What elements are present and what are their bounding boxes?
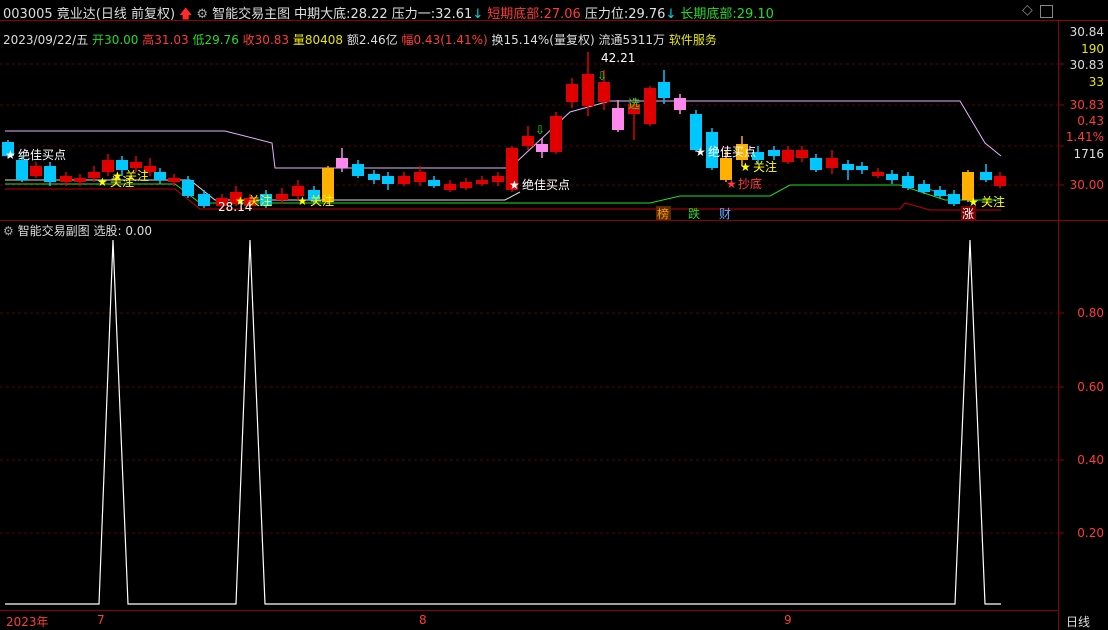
watch-label: 关注 xyxy=(981,194,1005,209)
candle-body xyxy=(674,98,686,110)
sub-chart-title: ⚙ 智能交易副图 选股: 0.00 xyxy=(3,222,152,239)
candle-body xyxy=(768,150,780,156)
candle-body xyxy=(368,174,380,180)
candle-body xyxy=(398,176,410,184)
chart-canvas[interactable]: 绝佳买点 ★ 绝佳买点 ★ 绝佳买点 ★ ★ 关注 ★ 关注 ★ 关注 ★ 关注… xyxy=(0,0,1108,630)
axis-label-sub: 0.80 xyxy=(1077,306,1104,320)
axis-label-main: 1716 xyxy=(1073,147,1104,161)
zhang-label: 涨 xyxy=(962,206,974,221)
select-label: 选股: xyxy=(93,224,122,238)
candle-body xyxy=(782,150,794,162)
star-icon: ★ xyxy=(740,160,751,174)
candle-body xyxy=(414,172,426,182)
candle-body xyxy=(522,136,534,146)
candle-body xyxy=(352,164,364,176)
x-axis-year: 2023年 xyxy=(6,615,49,629)
axis-label-main: 1.41% xyxy=(1065,130,1104,144)
candle-body xyxy=(16,160,28,180)
candle-body xyxy=(154,172,166,180)
select-value: 0.00 xyxy=(125,224,153,238)
gear-icon[interactable]: ⚙ xyxy=(3,224,14,238)
axis-label-main: 30.83 xyxy=(1069,98,1104,112)
star-icon: ★ xyxy=(297,194,308,208)
best-buy-label: 绝佳买点 xyxy=(708,144,756,159)
star-icon: ★ xyxy=(97,175,108,189)
candle-body xyxy=(886,174,898,180)
candle-body xyxy=(934,190,946,196)
down-arrow-icon: ⇩ xyxy=(535,123,545,137)
low-price-label: 28.14 xyxy=(218,200,252,214)
candle-body xyxy=(612,108,624,130)
candle-body xyxy=(980,172,992,180)
x-axis-label: 9 xyxy=(784,613,792,627)
axis-label-main: 30.84 xyxy=(1069,25,1104,39)
select-signal-line xyxy=(5,239,1001,605)
axis-label-main: 30.83 xyxy=(1069,58,1104,72)
star-icon: ★ xyxy=(695,145,706,159)
bottom-fish-label: 抄底 xyxy=(738,176,762,191)
candle-body xyxy=(550,116,562,152)
candle-body xyxy=(198,194,210,206)
candle-body xyxy=(476,180,488,184)
candle-body xyxy=(796,150,808,158)
candle-body xyxy=(60,176,72,182)
bang-label: 榜 xyxy=(657,206,669,221)
candle-body xyxy=(168,178,180,182)
star-icon: ★ xyxy=(509,178,520,192)
select-label: 选 xyxy=(628,97,640,111)
axis-label-sub: 0.40 xyxy=(1077,453,1104,467)
candle-body xyxy=(276,194,288,200)
candle-body xyxy=(566,84,578,102)
candle-body xyxy=(30,166,42,176)
best-buy-label: 绝佳买点 xyxy=(18,147,66,162)
candle-body xyxy=(918,184,930,192)
axis-label-sub: 0.60 xyxy=(1077,380,1104,394)
candle-body xyxy=(872,172,884,176)
candle-body xyxy=(810,158,822,170)
candle-body xyxy=(444,184,456,190)
star-icon: ★ xyxy=(5,148,16,162)
candle-body xyxy=(460,182,472,188)
axis-label-main: 190 xyxy=(1081,42,1104,56)
candle-body xyxy=(492,176,504,182)
candle-body xyxy=(536,144,548,152)
peak-price-label: 42.21 xyxy=(601,51,635,65)
candle-body xyxy=(130,162,142,168)
cai-label: 财 xyxy=(719,207,731,221)
candle-body xyxy=(44,166,56,182)
candle-body xyxy=(598,82,610,102)
axis-label-main: 30.00 xyxy=(1069,178,1104,192)
candle-body xyxy=(428,180,440,186)
candle-body xyxy=(582,74,594,106)
sub-indicator-name[interactable]: 智能交易副图 xyxy=(18,224,90,238)
candle-body xyxy=(902,176,914,188)
axis-label-sub: 0.20 xyxy=(1077,526,1104,540)
watch-label: 关注 xyxy=(753,159,777,174)
candle-body xyxy=(382,176,394,184)
x-axis-label: 8 xyxy=(419,613,427,627)
watch-label: 关注 xyxy=(125,168,149,183)
x-axis-label: 7 xyxy=(97,613,105,627)
axis-label-main: 33 xyxy=(1088,75,1104,89)
candle-body xyxy=(658,82,670,98)
candle-body xyxy=(74,178,86,182)
period-tab[interactable]: 日线 xyxy=(1066,613,1090,630)
down-arrow-icon: ⇩ xyxy=(597,69,607,83)
watch-label: 关注 xyxy=(310,193,334,208)
candle-body xyxy=(994,176,1006,186)
candle-body xyxy=(856,166,868,170)
axis-label-main: 0.43 xyxy=(1077,114,1104,128)
candle-body xyxy=(948,194,960,204)
candle-body xyxy=(842,164,854,170)
pressure-line xyxy=(5,100,1002,169)
star-icon: ★ xyxy=(112,169,123,183)
candle-body xyxy=(336,158,348,168)
star-icon: ★ xyxy=(726,177,737,191)
candle-body xyxy=(644,88,656,124)
die-label: 跌 xyxy=(688,206,700,221)
candle-body xyxy=(182,180,194,196)
best-buy-label: 绝佳买点 xyxy=(522,177,570,192)
candle-body xyxy=(826,158,838,168)
